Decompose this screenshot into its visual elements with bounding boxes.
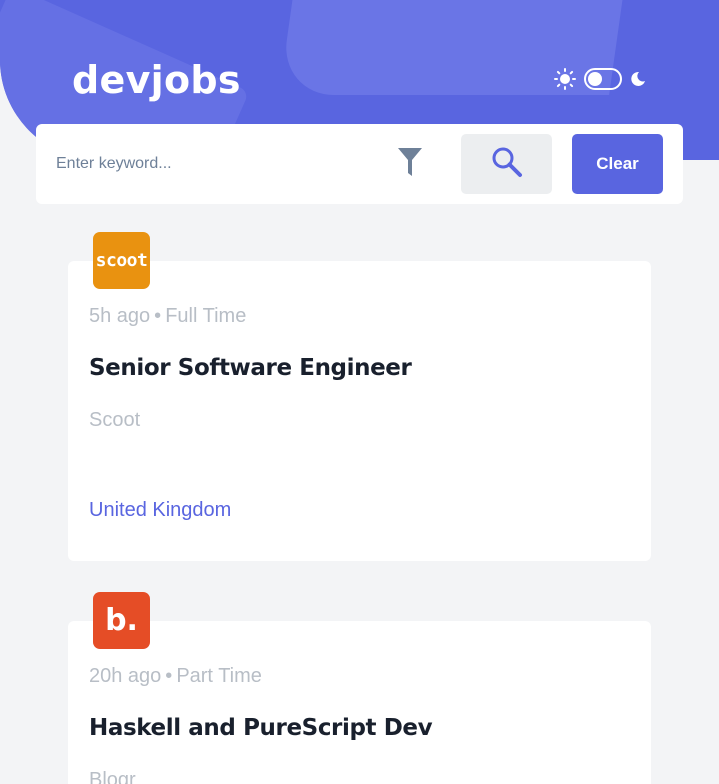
company-logo: scoot <box>93 232 150 289</box>
job-card[interactable]: scoot 5h ago • Full Time Senior Software E… <box>68 232 651 561</box>
search-bar: Clear <box>36 124 683 204</box>
clear-button[interactable]: Clear <box>572 134 663 194</box>
company-logo: b. <box>93 592 150 649</box>
separator: • <box>154 305 162 327</box>
job-meta: 5h ago • Full Time <box>89 305 246 328</box>
app-logo[interactable]: devjobs <box>72 58 241 102</box>
posted-time: 20h ago <box>89 665 162 687</box>
search-icon <box>491 146 523 183</box>
moon-icon <box>630 71 646 87</box>
search-button[interactable] <box>461 134 552 194</box>
search-input[interactable] <box>56 150 376 178</box>
contract-type: Full Time <box>165 305 247 327</box>
company-name: Blogr <box>89 769 136 784</box>
job-location: United Kingdom <box>89 499 232 521</box>
job-card[interactable]: b. 20h ago • Part Time Haskell and PureScr… <box>68 592 651 784</box>
company-name: Scoot <box>89 409 141 431</box>
job-title[interactable]: Haskell and PureScript Dev <box>89 715 433 741</box>
posted-time: 5h ago <box>89 305 151 327</box>
theme-switcher <box>554 68 646 90</box>
job-title[interactable]: Senior Software Engineer <box>89 355 412 381</box>
theme-toggle[interactable] <box>584 68 622 90</box>
filter-icon[interactable] <box>398 148 422 176</box>
separator: • <box>165 665 173 687</box>
contract-type: Part Time <box>176 665 262 687</box>
job-meta: 20h ago • Part Time <box>89 665 262 688</box>
sun-icon <box>554 68 576 90</box>
toggle-knob <box>588 72 602 86</box>
